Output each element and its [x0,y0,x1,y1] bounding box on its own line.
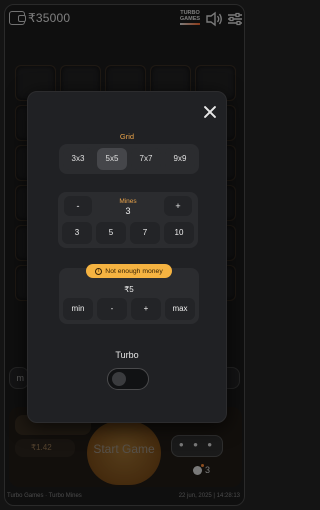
grid-option-3x3[interactable]: 3x3 [63,148,93,170]
bet-increase-button[interactable]: + [131,298,161,320]
warning-text: Not enough money [105,267,163,275]
grid-option-5x5[interactable]: 5x5 [97,148,127,170]
close-icon[interactable] [202,104,218,120]
grid-label: Grid [119,132,135,141]
bet-value: ₹5 [124,285,134,294]
mines-preset-3[interactable]: 3 [62,222,92,244]
game-settings-modal: Grid 3x3 5x5 7x7 9x9 Mines 3 - + 3 5 7 1… [27,91,227,423]
turbo-label: Turbo [115,350,139,360]
mines-decrease-button[interactable]: - [64,196,92,216]
not-enough-money-warning: i Not enough money [86,264,172,278]
grid-option-9x9[interactable]: 9x9 [165,148,195,170]
toggle-knob [112,372,126,386]
bet-buttons: min - + max [63,298,195,320]
info-icon: i [95,267,103,275]
app-window: ₹35000 TURBO GAMES m ₹1.42 Start Game • … [4,4,245,506]
mines-selector: Mines 3 - + 3 5 7 10 [58,192,198,248]
bet-decrease-button[interactable]: - [97,298,127,320]
mines-preset-5[interactable]: 5 [96,222,126,244]
mines-increase-button[interactable]: + [164,196,192,216]
mines-preset-10[interactable]: 10 [164,222,194,244]
bet-min-button[interactable]: min [63,298,93,320]
turbo-toggle[interactable] [107,368,149,390]
mines-presets: 3 5 7 10 [62,222,194,244]
bet-max-button[interactable]: max [165,298,195,320]
grid-option-7x7[interactable]: 7x7 [131,148,161,170]
mines-preset-7[interactable]: 7 [130,222,160,244]
grid-size-selector: 3x3 5x5 7x7 9x9 [59,144,199,174]
